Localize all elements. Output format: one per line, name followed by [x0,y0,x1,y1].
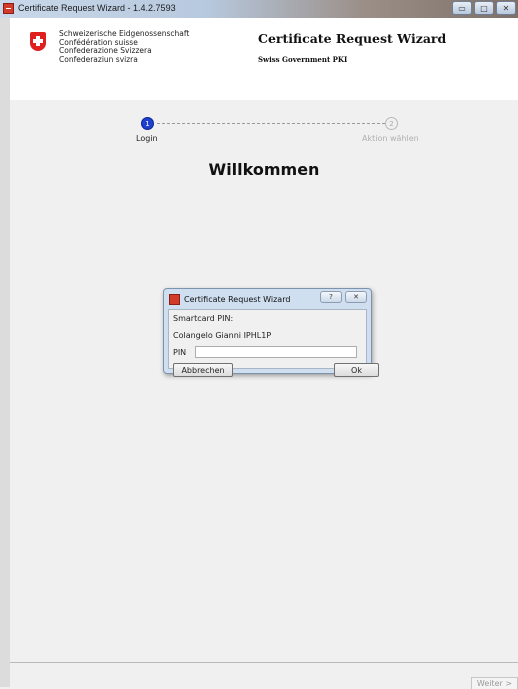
wizard-subtitle: Swiss Government PKI [258,55,348,64]
title-bar: Certificate Request Wizard - 1.4.2.7593 … [0,0,518,18]
step-2-indicator: 2 [385,117,398,130]
dialog-title: Certificate Request Wizard [184,295,291,304]
pin-input[interactable] [195,346,357,358]
next-button[interactable]: Weiter > [471,677,518,689]
pin-label: PIN [173,348,187,357]
window-controls: ▭ □ ✕ [452,1,516,15]
footer: Weiter > [10,662,518,689]
ok-button[interactable]: Ok [334,363,379,377]
cancel-button[interactable]: Abbrechen [173,363,233,377]
dialog-controls: ? ✕ [320,291,367,303]
pin-dialog: Certificate Request Wizard ? ✕ Smartcard… [163,288,379,377]
app-icon [3,3,14,14]
main-panel: 1 Login 2 Aktion wählen Willkommen [10,100,518,662]
confederation-line: Confederaziun svizra [59,54,138,64]
dialog-body: Smartcard PIN: Colangelo Gianni IPHL1P P… [168,309,379,377]
confederation-text: Schweizerische Eidgenossenschaft Confédé… [59,29,189,64]
header: Schweizerische Eidgenossenschaft Confédé… [10,18,518,101]
wizard-title: Certificate Request Wizard [258,31,447,46]
left-border [0,18,10,687]
swiss-cross-icon [30,32,46,51]
close-button[interactable]: ✕ [496,1,516,15]
maximize-button[interactable]: □ [474,1,494,15]
pin-heading: Smartcard PIN: [173,314,234,323]
help-button[interactable]: ? [320,291,342,303]
step-1-label: Login [136,134,158,143]
page-title: Willkommen [208,160,320,179]
step-connector [157,123,385,124]
window-title: Certificate Request Wizard - 1.4.2.7593 [18,3,176,13]
app-icon [169,294,180,305]
step-2-label: Aktion wählen [362,134,419,143]
user-name: Colangelo Gianni IPHL1P [173,331,272,340]
dialog-close-button[interactable]: ✕ [345,291,367,303]
minimize-button[interactable]: ▭ [452,1,472,15]
step-1-indicator: 1 [141,117,154,130]
